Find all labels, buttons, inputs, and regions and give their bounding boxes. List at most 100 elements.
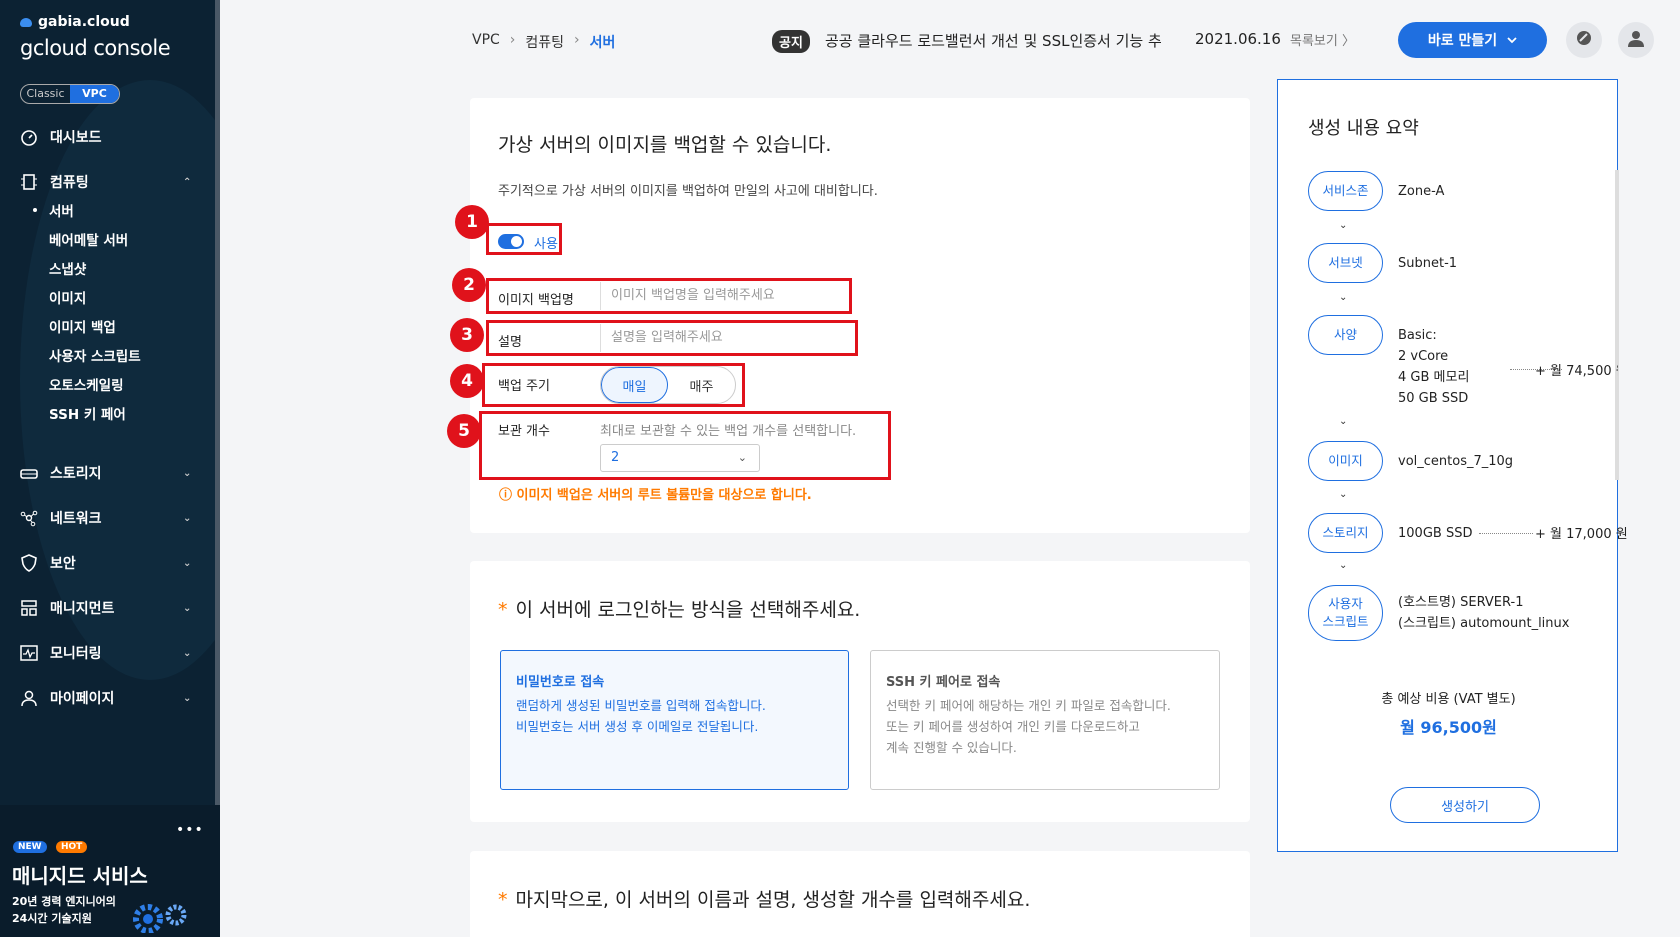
chevron-down-icon: ⌄ xyxy=(183,602,192,614)
sidebar-sub-snapshot[interactable]: 스냅샷 xyxy=(49,258,86,278)
sidebar-sub-server[interactable]: 서버 xyxy=(33,200,74,220)
retain-count-value: 2 xyxy=(611,450,620,465)
user-script-line: (호스트명) SERVER-1 xyxy=(1398,595,1524,610)
breadcrumb-item[interactable]: 컴퓨팅 xyxy=(525,32,564,52)
required-mark: * xyxy=(498,599,508,621)
sidebar-sub-ssh-keypair[interactable]: SSH 키 페어 xyxy=(49,403,126,423)
notice-list-link[interactable]: 목록보기 〉 xyxy=(1290,30,1355,49)
chevron-down-icon: ⌄ xyxy=(1339,292,1348,303)
summary-value-spec: Basic: 2 vCore 4 GB 메모리 50 GB SSD xyxy=(1398,325,1469,409)
price-leader-dots xyxy=(1479,533,1533,534)
marker-number: 5 xyxy=(447,414,481,448)
brand-logo[interactable]: gabia.cloud gcloud console xyxy=(20,14,171,60)
chat-button[interactable] xyxy=(1566,22,1602,58)
sidebar-item-label: 컴퓨팅 xyxy=(50,175,89,191)
sidebar-item-compute[interactable]: 컴퓨팅 ⌃ xyxy=(0,167,215,197)
summary-key-user-script[interactable]: 사용자 스크립트 xyxy=(1308,585,1383,641)
retain-count-hint: 최대로 보관할 수 있는 백업 개수를 선택합니다. xyxy=(600,424,857,439)
sidebar-sub-user-script[interactable]: 사용자 스크립트 xyxy=(49,345,141,365)
notice-list-label: 목록보기 xyxy=(1290,34,1338,49)
breadcrumb-current: 서버 xyxy=(589,35,616,51)
description-label: 설명 xyxy=(498,335,522,350)
dashboard-icon xyxy=(20,128,38,146)
chevron-down-icon: ⌄ xyxy=(183,647,192,659)
sidebar-sub-baremetal[interactable]: 베어메탈 서버 xyxy=(49,229,128,249)
sidebar-item-management[interactable]: 매니지먼트 ⌄ xyxy=(0,593,215,623)
sidebar-scrollbar[interactable] xyxy=(215,0,220,937)
creation-summary-panel: 생성 내용 요약 서비스존 Zone-A ⌄ 서브넷 Subnet-1 ⌄ 사양… xyxy=(1277,79,1628,852)
cycle-option-daily[interactable]: 매일 xyxy=(601,367,669,403)
summary-value-storage: 100GB SSD xyxy=(1398,526,1473,541)
summary-key-storage[interactable]: 스토리지 xyxy=(1308,513,1383,553)
server-name-title-text: 마지막으로, 이 서버의 이름과 설명, 생성할 개수를 입력해주세요. xyxy=(515,889,1031,911)
monitoring-icon xyxy=(20,644,38,662)
summary-key-zone[interactable]: 서비스존 xyxy=(1308,171,1383,211)
breadcrumb-item[interactable]: VPC xyxy=(472,32,500,52)
sidebar-item-security[interactable]: 보안 ⌄ xyxy=(0,548,215,578)
account-button[interactable] xyxy=(1618,22,1654,58)
promo-subtitle-line: 24시간 기술지원 xyxy=(12,912,92,925)
gears-icon xyxy=(132,903,192,937)
cycle-option-weekly[interactable]: 매주 xyxy=(668,367,735,403)
storage-icon xyxy=(20,464,38,482)
marker-number: 4 xyxy=(450,364,484,398)
vpc-toggle-option[interactable]: VPC xyxy=(70,85,119,103)
login-option-desc-line: 비밀번호는 서버 생성 후 이메일로 전달됩니다. xyxy=(516,719,759,734)
login-option-desc-line: 또는 키 페어를 생성하여 개인 키를 다운로드하고 xyxy=(886,719,1140,734)
new-badge: NEW xyxy=(13,841,47,853)
user-icon xyxy=(1627,29,1645,51)
backup-toggle-switch[interactable] xyxy=(498,234,524,249)
notice-date: 2021.06.16 xyxy=(1195,30,1281,48)
sidebar-sub-image-backup[interactable]: 이미지 백업 xyxy=(49,316,116,336)
chevron-down-icon: ⌄ xyxy=(183,692,192,704)
sidebar-item-label: 스토리지 xyxy=(50,466,102,482)
more-dots-icon[interactable]: ••• xyxy=(176,822,204,838)
summary-key-subnet[interactable]: 서브넷 xyxy=(1308,243,1383,283)
login-option-ssh-keypair[interactable]: SSH 키 페어로 접속 선택한 키 페어에 해당하는 개인 키 파일로 접속합… xyxy=(870,650,1220,790)
sidebar-item-storage[interactable]: 스토리지 ⌄ xyxy=(0,458,215,488)
summary-value-user-script: (호스트명) SERVER-1 (스크립트) automount_linux xyxy=(1398,592,1569,634)
spec-line: 4 GB 메모리 xyxy=(1398,370,1470,385)
chat-icon xyxy=(1575,29,1593,51)
sidebar-item-dashboard[interactable]: 대시보드 xyxy=(0,122,215,152)
management-icon xyxy=(20,599,38,617)
quick-create-button[interactable]: 바로 만들기 xyxy=(1398,22,1547,58)
summary-key-spec[interactable]: 사양 xyxy=(1308,315,1383,355)
chevron-up-icon: ⌃ xyxy=(183,176,192,188)
network-icon xyxy=(20,509,38,527)
chevron-down-icon xyxy=(1507,32,1517,48)
summary-key-image[interactable]: 이미지 xyxy=(1308,441,1383,481)
classic-toggle-option[interactable]: Classic xyxy=(21,85,70,103)
login-option-password[interactable]: 비밀번호로 접속 랜덤하게 생성된 비밀번호를 입력해 접속합니다. 비밀번호는… xyxy=(500,650,849,790)
summary-scrollbar[interactable] xyxy=(1615,170,1619,480)
login-option-desc: 선택한 키 페어에 해당하는 개인 키 파일로 접속합니다. 또는 키 페어를 … xyxy=(886,695,1171,758)
description-input[interactable]: 설명을 입력해주세요 xyxy=(600,324,850,352)
sidebar-item-label: 보안 xyxy=(50,556,76,572)
sidebar-item-mypage[interactable]: 마이페이지 ⌄ xyxy=(0,683,215,713)
summary-value-zone: Zone-A xyxy=(1398,184,1445,199)
spec-line: Basic: xyxy=(1398,328,1437,343)
image-backup-name-label: 이미지 백업명 xyxy=(498,293,574,308)
image-backup-name-input[interactable]: 이미지 백업명을 입력해주세요 xyxy=(600,282,845,310)
sidebar-item-network[interactable]: 네트워크 ⌄ xyxy=(0,503,215,533)
summary-title: 생성 내용 요약 xyxy=(1308,118,1419,139)
chevron-down-icon: ⌄ xyxy=(1339,220,1348,231)
backup-description: 주기적으로 가상 서버의 이미지를 백업하여 만일의 사고에 대비합니다. xyxy=(498,184,878,199)
create-server-button[interactable]: 생성하기 xyxy=(1390,787,1540,823)
chevron-right-icon: 〉 xyxy=(1341,34,1355,49)
sidebar-item-monitoring[interactable]: 모니터링 ⌄ xyxy=(0,638,215,668)
login-method-title-text: 이 서버에 로그인하는 방식을 선택해주세요. xyxy=(515,599,861,621)
top-bar: VPC › 컴퓨팅 › 서버 공지 공공 클라우드 로드밸런서 개선 및 SSL… xyxy=(220,0,1680,80)
classic-vpc-toggle[interactable]: Classic VPC xyxy=(20,84,120,104)
notice-link[interactable]: 공공 클라우드 로드밸런서 개선 및 SSL인증서 기능 추··· xyxy=(825,30,1163,51)
retain-count-label: 보관 개수 xyxy=(498,424,550,439)
notice-badge: 공지 xyxy=(772,30,810,53)
storage-price: + 월 17,000 원 xyxy=(1535,527,1628,542)
chevron-down-icon: ⌄ xyxy=(183,557,192,569)
sidebar-sub-image[interactable]: 이미지 xyxy=(49,287,86,307)
sidebar-sub-autoscaling[interactable]: 오토스케일링 xyxy=(49,374,124,394)
marker-number: 1 xyxy=(455,205,489,239)
server-name-title: * 마지막으로, 이 서버의 이름과 설명, 생성할 개수를 입력해주세요. xyxy=(498,885,1030,912)
chevron-down-icon: ⌄ xyxy=(737,451,747,464)
retain-count-select[interactable]: 2 ⌄ xyxy=(600,444,760,472)
